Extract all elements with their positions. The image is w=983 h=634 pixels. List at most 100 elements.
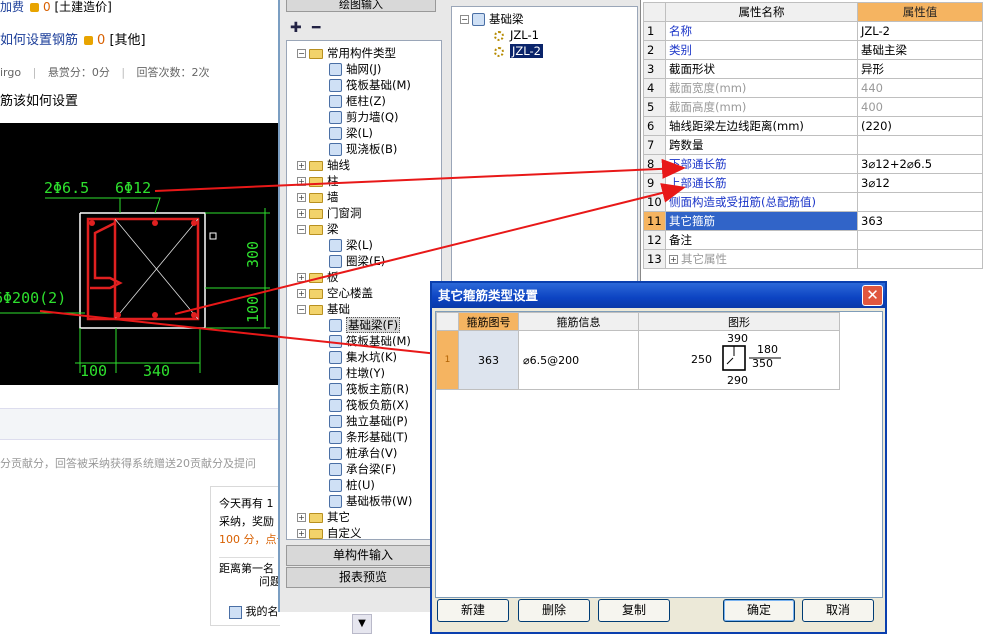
list-root-foundation-beam[interactable]: − 基础梁 [460,11,524,27]
tree-item[interactable]: 独立基础(P) [329,413,408,429]
tree-label: 筏板基础(M) [346,334,411,348]
tree-item[interactable]: 筏板基础(M) [329,333,411,349]
table-row[interactable]: 6 轴线距梁左边线距离(mm) (220) [643,116,983,136]
category-tag[interactable]: [其他] [109,33,145,48]
report-preview-button[interactable]: 报表预览 [286,567,440,588]
table-row[interactable]: 13 + 其它属性 [643,249,983,269]
ok-button[interactable]: 确定 [723,599,795,622]
tree-folder[interactable]: + 轴线 [297,157,350,173]
tree-folder[interactable]: + 墙 [297,189,339,205]
tree-item[interactable]: 梁(L) [329,125,373,141]
remove-icon[interactable]: ━ [312,20,320,36]
tree-item[interactable]: 轴网(J) [329,61,381,77]
property-value[interactable]: 异形 [857,59,983,79]
tree-folder[interactable]: + 门窗洞 [297,205,362,221]
expand-icon[interactable]: + [297,209,306,218]
tree-item[interactable]: 圈梁(E) [329,253,385,269]
tree-item[interactable]: 承台梁(F) [329,461,396,477]
close-icon[interactable]: ✕ [862,285,883,306]
table-row[interactable]: 5 截面高度(mm) 400 [643,97,983,117]
table-row[interactable]: 10 侧面构造或受扭筋(总配筋值) [643,192,983,212]
table-row[interactable]: 7 跨数量 [643,135,983,155]
table-row[interactable]: 1 363 ⌀6.5@200 250 390 180 350 290 [436,330,840,390]
tree-item[interactable]: 剪力墙(Q) [329,109,399,125]
tree-folder[interactable]: + 柱 [297,173,339,189]
property-value[interactable] [857,135,983,155]
copy-button[interactable]: 复制 [598,599,670,622]
my-link[interactable]: 我的名 [229,603,279,619]
table-row[interactable]: 4 截面宽度(mm) 440 [643,78,983,98]
property-value[interactable]: 基础主梁 [857,40,983,60]
property-name-label: 备注 [669,233,692,247]
tree-item[interactable]: 筏板基础(M) [329,77,411,93]
tree-folder[interactable]: + 自定义 [297,525,362,539]
expand-icon[interactable]: + [297,529,306,538]
table-row[interactable]: 8 下部通长筋 3⌀12+2⌀6.5 [643,154,983,174]
tree-item[interactable]: 框柱(Z) [329,93,386,109]
category-tag[interactable]: [土建造价] [54,0,111,14]
table-row[interactable]: 3 截面形状 异形 [643,59,983,79]
collapse-icon[interactable]: − [297,305,306,314]
expand-icon[interactable]: + [297,273,306,282]
web-link-2[interactable]: 如何设置钢筋 [0,33,78,48]
tree-folder[interactable]: − 常用构件类型 [297,45,396,61]
cell-stirrup-info[interactable]: ⌀6.5@200 [518,330,639,390]
tab-draw-input[interactable]: 绘图输入 [286,0,436,12]
tree-item[interactable]: 基础板带(W) [329,493,412,509]
tree-item[interactable]: 梁(L) [329,237,373,253]
collapse-icon[interactable]: − [460,15,469,24]
property-value[interactable]: 440 [857,78,983,98]
table-row[interactable]: 9 上部通长筋 3⌀12 [643,173,983,193]
tree-item[interactable]: 基础梁(F) [329,317,401,333]
cancel-button[interactable]: 取消 [802,599,874,622]
table-row[interactable]: 2 类别 基础主梁 [643,40,983,60]
table-row[interactable]: 1 名称 JZL-2 [643,21,983,41]
delete-button[interactable]: 删除 [518,599,590,622]
tree-folder[interactable]: + 空心楼盖 [297,285,373,301]
tree-item[interactable]: 筏板负筋(X) [329,397,409,413]
tree-item[interactable]: 筏板主筋(R) [329,381,409,397]
tree-folder[interactable]: + 其它 [297,509,350,525]
expand-icon[interactable]: + [297,289,306,298]
collapse-icon[interactable]: − [297,225,306,234]
tree-item[interactable]: 条形基础(T) [329,429,408,445]
meta-user[interactable]: irgo [0,66,21,79]
expand-icon[interactable]: + [297,193,306,202]
collapse-icon[interactable]: − [297,49,306,58]
property-value[interactable]: 363 [857,211,983,231]
tree-folder[interactable]: − 梁 [297,221,339,237]
property-value[interactable]: 400 [857,97,983,117]
table-row[interactable]: 12 备注 [643,230,983,250]
tree-folder[interactable]: + 板 [297,269,339,285]
web-link-1[interactable]: 加费 [0,0,24,14]
scroll-down-button-2[interactable]: ▼ [352,614,372,634]
expand-icon[interactable]: + [297,177,306,186]
tree-folder[interactable]: − 基础 [297,301,350,317]
tree-item[interactable]: 现浇板(B) [329,141,397,157]
property-value[interactable]: (220) [857,116,983,136]
add-icon[interactable]: ✚ [290,20,302,36]
cell-stirrup-code[interactable]: 363 [458,330,519,390]
property-value[interactable]: 3⌀12 [857,173,983,193]
expand-icon[interactable]: + [297,513,306,522]
expand-icon[interactable]: + [297,161,306,170]
list-item-jzl-2[interactable]: JZL-2 [494,43,543,59]
property-value[interactable]: JZL-2 [857,21,983,41]
tree-item[interactable]: 柱墩(Y) [329,365,385,381]
property-name: 跨数量 [665,135,858,155]
property-value[interactable]: 3⌀12+2⌀6.5 [857,154,983,174]
expand-icon[interactable]: + [669,255,678,264]
tree-label: 其它 [327,510,350,524]
tree-item[interactable]: 桩(U) [329,477,375,493]
property-value[interactable] [857,192,983,212]
tree-item[interactable]: 桩承台(V) [329,445,397,461]
folder-icon [309,528,323,539]
property-value[interactable] [857,230,983,250]
single-component-input-button[interactable]: 单构件输入 [286,545,440,566]
list-item-jzl-1[interactable]: JZL-1 [494,27,539,43]
row-number: 4 [643,78,666,98]
table-row[interactable]: 11 其它箍筋 363 [643,211,983,231]
tree-item[interactable]: 集水坑(K) [329,349,397,365]
property-value[interactable] [857,249,983,269]
new-button[interactable]: 新建 [437,599,509,622]
